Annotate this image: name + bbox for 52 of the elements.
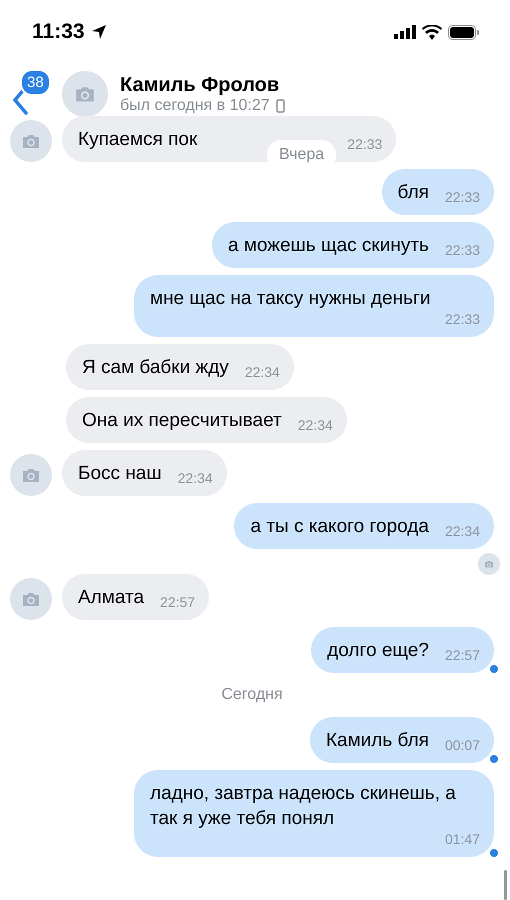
location-arrow-icon	[90, 24, 107, 40]
message-text: Босс наш	[78, 462, 162, 486]
camera-icon	[21, 591, 41, 607]
camera-icon	[21, 467, 41, 483]
camera-icon	[21, 133, 41, 149]
message-time: 22:33	[444, 189, 480, 205]
message-text: Она их пересчитывает	[82, 409, 282, 433]
battery-icon	[448, 24, 480, 40]
message-text: а ты с какого города	[250, 515, 429, 539]
message-time: 22:34	[244, 364, 280, 380]
last-seen-text: был сегодня в 10:27	[120, 96, 270, 114]
message-time: 22:57	[160, 594, 196, 610]
sender-avatar[interactable]	[10, 454, 52, 496]
contact-name[interactable]: Камиль Фролов	[120, 74, 285, 96]
message-time: 22:34	[298, 417, 333, 433]
sender-avatar[interactable]	[10, 578, 52, 620]
date-separator: Сегодня	[221, 685, 283, 705]
status-time: 11:33	[32, 20, 85, 44]
scrollbar	[504, 870, 507, 900]
message-time: 22:33	[444, 242, 480, 258]
camera-icon	[74, 85, 96, 103]
message-time: 22:34	[444, 523, 480, 539]
message-text: долго еще?	[327, 639, 429, 663]
outgoing-message[interactable]: а можешь щас скинуть 22:33	[212, 222, 494, 268]
message-text: Алмата	[78, 586, 144, 610]
contact-avatar[interactable]	[62, 71, 108, 117]
phone-icon	[276, 98, 285, 112]
message-text: бля	[398, 181, 429, 205]
message-time: 22:34	[178, 470, 213, 486]
signal-icon	[394, 25, 416, 39]
incoming-message[interactable]: Босс наш 22:34	[62, 450, 227, 496]
wifi-icon	[422, 24, 442, 40]
outgoing-message[interactable]: бля 22:33	[382, 169, 494, 215]
message-text: ладно, завтра надеюсь скинешь, а так я уже тебя понял	[150, 782, 457, 831]
message-time: 22:33	[347, 136, 382, 152]
message-time: 01:47	[444, 831, 480, 847]
message-text: а можешь щас скинуть	[228, 234, 429, 258]
outgoing-message[interactable]: мне щас на таксу нужны деньги 22:33	[134, 275, 494, 337]
sender-avatar[interactable]	[10, 120, 52, 162]
incoming-message[interactable]: Она их пересчитывает 22:34	[66, 397, 347, 443]
message-time: 22:33	[444, 311, 480, 327]
message-text: Купаемся пок	[78, 128, 198, 152]
message-text: мне щас на таксу нужны деньги	[150, 287, 431, 311]
message-text: Я сам бабки жду	[82, 356, 229, 380]
incoming-message[interactable]: Я сам бабки жду 22:34	[66, 344, 294, 390]
back-button[interactable]: 38	[10, 69, 50, 119]
unread-count-badge: 38	[20, 69, 51, 96]
message-time: 22:57	[444, 647, 480, 663]
camera-icon	[484, 560, 494, 568]
incoming-message[interactable]: Алмата 22:57	[62, 574, 210, 620]
message-time: 00:07	[444, 737, 480, 753]
message-text: Камиль бля	[326, 729, 429, 753]
